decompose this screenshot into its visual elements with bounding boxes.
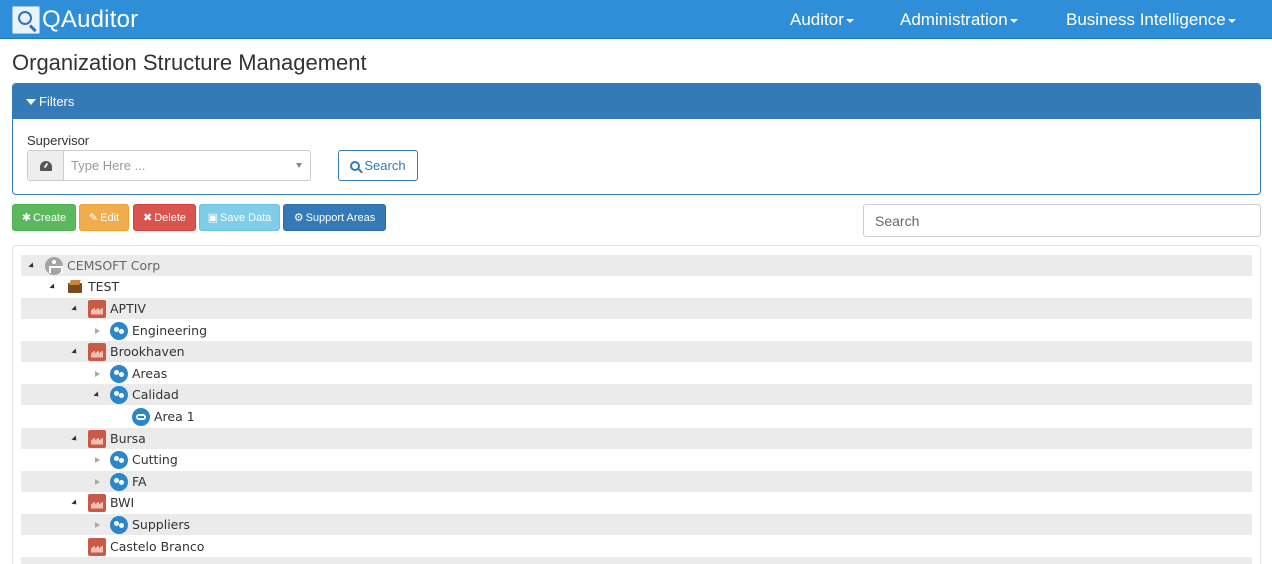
tree-node-label: CEMSOFT Corp [67,258,161,273]
tree-node-label: Cutting [132,452,178,467]
edit-label: Edit [100,211,120,224]
supervisor-label: Supervisor [27,133,90,148]
area-icon [110,450,128,469]
nav-menu-auditor[interactable]: Auditor [790,0,854,39]
filter-search-button[interactable]: Search [338,150,418,181]
supervisor-select[interactable] [27,150,311,181]
toggle-placeholder [70,542,80,552]
nav-menu-label: Administration [900,10,1008,29]
tree-node[interactable]: TEST [21,276,1252,297]
nav-menu-business-intelligence[interactable]: Business Intelligence [1066,0,1236,39]
expand-toggle-icon[interactable] [92,326,102,336]
area-icon [110,515,128,534]
tree-node[interactable]: FA [21,471,1252,492]
nav-menu-label: Auditor [790,10,844,29]
filters-heading-label: Filters [39,94,75,109]
dropdown-caret-icon[interactable] [288,151,310,180]
plant-icon [88,429,106,448]
tree-node[interactable]: BWI [21,492,1252,513]
tree-node-label: Engineering [132,323,207,338]
gear-icon: ⚙ [293,212,304,224]
top-navbar: QAuditor Auditor Administration Business… [0,0,1272,39]
support-areas-button[interactable]: ⚙ Support Areas [283,204,386,231]
tree-node-label: Castelo Branco [110,539,205,554]
create-label: Create [33,211,67,224]
filters-panel-heading[interactable]: Filters [13,84,1260,119]
expand-toggle-icon[interactable] [48,282,58,292]
tree-node-label: Suppliers [132,517,191,532]
tree-node-label: APTIV [110,301,146,316]
tree-node-label: TEST [88,279,120,294]
expand-toggle-icon[interactable] [92,477,102,487]
tree-node-label: Bursa [110,431,146,446]
support-label: Support Areas [305,211,376,224]
expand-toggle-icon[interactable] [92,520,102,530]
tree-node-label: Calidad [132,387,179,402]
tree-search-input[interactable] [863,204,1261,237]
subarea-icon [132,407,150,426]
save-icon: ▣ [207,212,219,224]
expand-toggle-icon[interactable] [70,498,80,508]
caret-down-icon [1227,18,1236,23]
tree-node[interactable]: APTIV [21,298,1252,319]
pencil-icon: ✎ [88,212,99,224]
corp-icon [45,256,63,275]
tree-node[interactable]: Suppliers [21,514,1252,535]
area-icon [110,321,128,340]
plant-icon [88,537,106,556]
toggle-placeholder [114,412,124,422]
expand-toggle-icon[interactable] [92,369,102,379]
tree-node[interactable]: Bursa [21,428,1252,449]
expand-toggle-icon[interactable] [70,434,80,444]
search-button-label: Search [364,158,406,173]
tree-node[interactable]: Area 1 [21,406,1252,427]
tree-node[interactable]: Castelo Branco [21,536,1252,557]
create-button[interactable]: ✱ Create [12,204,76,231]
area-icon [110,364,128,383]
plant-icon [88,493,106,512]
asterisk-icon: ✱ [21,212,32,224]
area-icon [110,385,128,404]
tree-node-label: Brookhaven [110,344,185,359]
save-data-button[interactable]: ▣ Save Data [199,204,280,231]
tree-node[interactable]: Cutting [21,449,1252,470]
area-icon [110,472,128,491]
expand-toggle-icon[interactable] [92,455,102,465]
brand-name: QAuditor [42,6,139,33]
expand-toggle-icon[interactable] [27,261,37,271]
tree-node-label: Areas [132,366,168,381]
close-icon: ✖ [142,212,153,224]
edit-button[interactable]: ✎ Edit [79,204,129,231]
tree-node-partial[interactable] [21,557,1252,564]
tree-node[interactable]: Calidad [21,384,1252,405]
nav-menu-label: Business Intelligence [1066,10,1226,29]
tree-node[interactable]: Engineering [21,320,1252,341]
caret-down-icon [845,18,854,23]
filter-icon [26,99,36,105]
search-icon [350,160,361,171]
dashboard-gauge-icon [28,151,64,180]
nav-menu-administration[interactable]: Administration [900,0,1018,39]
save-label: Save Data [220,211,272,224]
filters-panel: Filters Supervisor Search [12,83,1261,195]
tree-node-label: Area 1 [154,409,195,424]
tree-node[interactable]: Brookhaven [21,341,1252,362]
delete-button[interactable]: ✖ Delete [133,204,196,231]
brand[interactable]: QAuditor [12,5,138,35]
expand-toggle-icon[interactable] [92,390,102,400]
supervisor-input[interactable] [64,151,288,180]
expand-toggle-icon[interactable] [70,347,80,357]
tree-node-label: BWI [110,495,135,510]
tree-node[interactable]: Areas [21,363,1252,384]
expand-toggle-icon[interactable] [70,304,80,314]
plant-icon [88,342,106,361]
delete-label: Delete [154,211,186,224]
tree-node-label: FA [132,474,147,489]
caret-down-icon [1009,18,1018,23]
test-folder-icon [66,278,84,296]
tree-node[interactable]: CEMSOFT Corp [21,255,1252,276]
plant-icon [88,299,106,318]
page-title: Organization Structure Management [12,50,367,75]
qauditor-logo-icon [12,6,40,34]
